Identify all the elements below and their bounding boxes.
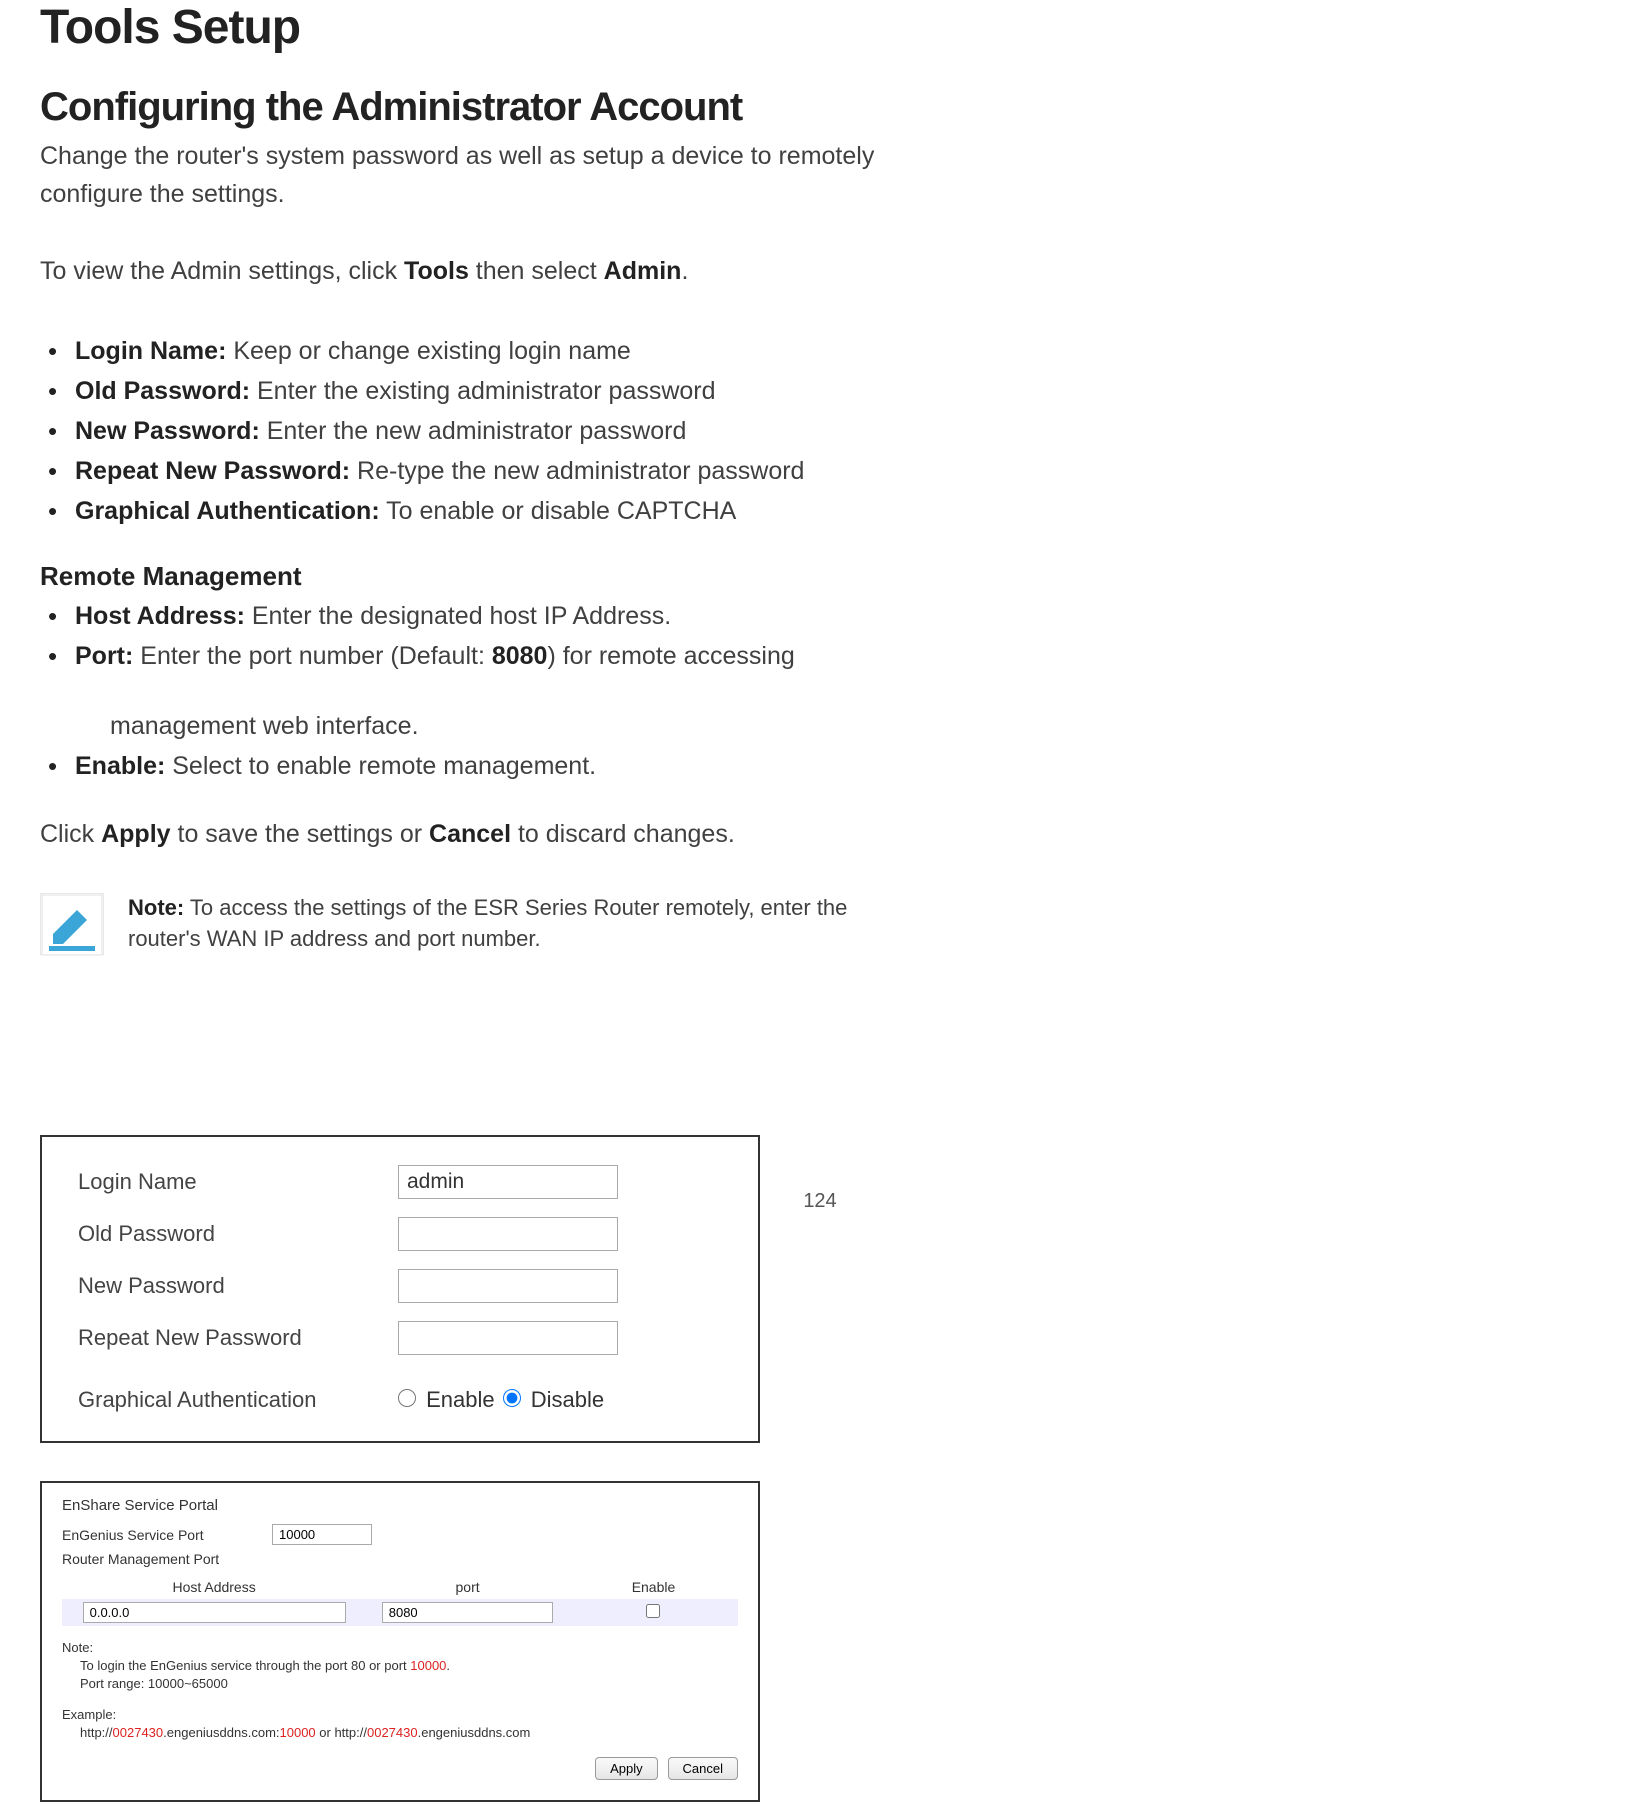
text: then select	[469, 257, 604, 285]
field-list: Login Name: Keep or change existing logi…	[40, 331, 890, 531]
text: To view the Admin settings, click	[40, 257, 404, 285]
service-note-hdr: Note:	[62, 1640, 738, 1655]
col-port: port	[366, 1575, 569, 1599]
field-label: Old Password:	[75, 377, 250, 405]
text: to discard changes.	[511, 820, 735, 848]
list-item: Port: Enter the port number (Default: 80…	[40, 636, 890, 676]
cancel-button[interactable]: Cancel	[668, 1757, 738, 1780]
example-line: http://0027430.engeniusddns.com:10000 or…	[62, 1724, 738, 1742]
host-address-input[interactable]	[83, 1602, 346, 1623]
service-note-line1: To login the EnGenius service through th…	[62, 1657, 738, 1675]
col-enable: Enable	[569, 1575, 738, 1599]
disable-text: Disable	[531, 1387, 604, 1412]
apply-button[interactable]: Apply	[595, 1757, 658, 1780]
text: to save the settings or	[171, 820, 429, 848]
admin-panel: Login Name Old Password New Password Rep…	[40, 1135, 760, 1443]
page-title: Tools Setup	[40, 0, 890, 55]
field-label: New Password:	[75, 417, 260, 445]
field-label: Login Name:	[75, 337, 226, 365]
service-panel-title: EnShare Service Portal	[62, 1497, 738, 1514]
remote-list-cont: Enable: Select to enable remote manageme…	[40, 746, 890, 786]
cancel-bold: Cancel	[429, 820, 511, 848]
section-heading: Configuring the Administrator Account	[40, 85, 890, 130]
red-text: 10000	[280, 1725, 316, 1740]
enable-radio[interactable]	[398, 1389, 416, 1407]
new-password-label: New Password	[78, 1273, 398, 1299]
apply-bold: Apply	[101, 820, 170, 848]
remote-heading: Remote Management	[40, 561, 890, 592]
text: or http://	[316, 1725, 367, 1740]
field-label: Enable:	[75, 752, 165, 780]
field-desc: Keep or change existing login name	[226, 337, 630, 365]
text: http://	[80, 1725, 113, 1740]
service-note-line2: Port range: 10000~65000	[62, 1675, 738, 1693]
red-text: 0027430	[367, 1725, 418, 1740]
repeat-password-label: Repeat New Password	[78, 1325, 398, 1351]
col-host: Host Address	[62, 1575, 366, 1599]
field-desc: Enter the port number (Default:	[133, 642, 492, 670]
new-password-input[interactable]	[398, 1269, 618, 1303]
view-instructions: To view the Admin settings, click Tools …	[40, 253, 890, 291]
field-label: Repeat New Password:	[75, 457, 350, 485]
login-name-input[interactable]	[398, 1165, 618, 1199]
apply-instructions: Click Apply to save the settings or Canc…	[40, 816, 890, 854]
text: .	[446, 1658, 450, 1673]
service-panel: EnShare Service Portal EnGenius Service …	[40, 1481, 760, 1802]
field-desc: Enter the existing administrator passwor…	[250, 377, 716, 405]
service-port-label: EnGenius Service Port	[62, 1527, 272, 1543]
list-item: Graphical Authentication: To enable or d…	[40, 491, 890, 531]
field-desc: Enter the new administrator password	[260, 417, 687, 445]
remote-list: Host Address: Enter the designated host …	[40, 596, 890, 676]
enable-text: Enable	[426, 1387, 495, 1412]
page-number: 124	[803, 1190, 836, 1213]
port-default: 8080	[492, 642, 548, 670]
list-item: Enable: Select to enable remote manageme…	[40, 746, 890, 786]
service-note: Note: To login the EnGenius service thro…	[62, 1640, 738, 1693]
login-name-label: Login Name	[78, 1169, 398, 1195]
repeat-password-input[interactable]	[398, 1321, 618, 1355]
remote-mgmt-table: Host Address port Enable	[62, 1575, 738, 1626]
enable-radio-label[interactable]: Enable	[398, 1387, 495, 1413]
field-desc: ) for remote accessing	[547, 642, 794, 670]
service-port-input[interactable]	[272, 1524, 372, 1545]
text: To login the EnGenius service through th…	[80, 1658, 410, 1673]
list-item: Old Password: Enter the existing adminis…	[40, 371, 890, 411]
admin-bold: Admin	[604, 257, 682, 285]
note-body: To access the settings of the ESR Series…	[128, 895, 847, 951]
red-text: 10000	[410, 1658, 446, 1673]
port-desc-line2: management web interface.	[40, 706, 890, 746]
note-icon	[40, 893, 104, 955]
port-input[interactable]	[382, 1602, 554, 1623]
field-label: Graphical Authentication:	[75, 497, 380, 525]
disable-radio[interactable]	[503, 1389, 521, 1407]
note-text: Note: To access the settings of the ESR …	[128, 893, 890, 955]
enable-checkbox[interactable]	[646, 1604, 660, 1618]
text: .engeniusddns.com	[418, 1725, 531, 1740]
red-text: 0027430	[113, 1725, 164, 1740]
note-label: Note:	[128, 895, 184, 920]
text: .engeniusddns.com:	[163, 1725, 279, 1740]
list-item: Repeat New Password: Re-type the new adm…	[40, 451, 890, 491]
field-desc: To enable or disable CAPTCHA	[380, 497, 737, 525]
field-desc: Select to enable remote management.	[165, 752, 596, 780]
text: .	[681, 257, 688, 285]
list-item: Host Address: Enter the designated host …	[40, 596, 890, 636]
tools-bold: Tools	[404, 257, 469, 285]
router-mgmt-label: Router Management Port	[62, 1551, 272, 1567]
text: Click	[40, 820, 101, 848]
old-password-label: Old Password	[78, 1221, 398, 1247]
field-desc: Re-type the new administrator password	[350, 457, 804, 485]
service-example: Example: http://0027430.engeniusddns.com…	[62, 1707, 738, 1742]
field-desc: Enter the designated host IP Address.	[245, 602, 671, 630]
intro-text: Change the router's system password as w…	[40, 138, 890, 213]
field-label: Host Address:	[75, 602, 245, 630]
list-item: Login Name: Keep or change existing logi…	[40, 331, 890, 371]
list-item: New Password: Enter the new administrato…	[40, 411, 890, 451]
old-password-input[interactable]	[398, 1217, 618, 1251]
example-hdr: Example:	[62, 1707, 738, 1722]
disable-radio-label[interactable]: Disable	[503, 1387, 605, 1413]
graphical-auth-label: Graphical Authentication	[78, 1387, 398, 1413]
field-label: Port:	[75, 642, 133, 670]
note-block: Note: To access the settings of the ESR …	[40, 893, 890, 955]
